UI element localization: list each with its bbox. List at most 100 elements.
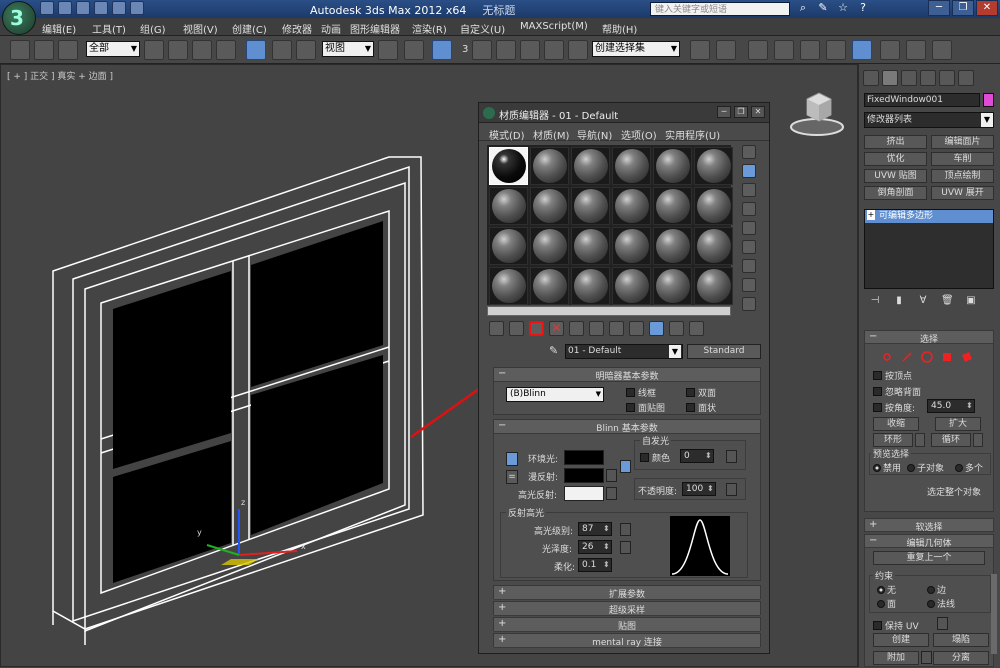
put-to-scene-icon[interactable] xyxy=(509,321,524,336)
show-end-result-icon[interactable] xyxy=(649,321,664,336)
collapse-button[interactable]: 塌陷 xyxy=(933,633,989,647)
make-preview-icon[interactable] xyxy=(742,240,756,254)
preserve-uv-checkbox[interactable]: 保持 UV xyxy=(873,619,919,632)
sample-slot[interactable] xyxy=(612,187,651,225)
sample-slot[interactable] xyxy=(612,227,651,265)
modifier-unwrap-uvw-button[interactable]: UVW 展开 xyxy=(931,186,994,200)
angle-snap-icon[interactable] xyxy=(496,40,516,60)
soften-spinner[interactable]: 0.1 xyxy=(578,558,612,572)
face-map-checkbox[interactable]: 面贴图 xyxy=(626,401,665,414)
redo-icon[interactable] xyxy=(112,1,126,15)
put-to-library-icon[interactable] xyxy=(589,321,604,336)
polygon-level-icon[interactable] xyxy=(941,351,953,363)
attach-button[interactable]: 附加 xyxy=(873,651,919,665)
maximize-button[interactable]: ❐ xyxy=(952,0,974,16)
sample-slot[interactable] xyxy=(612,147,651,185)
lock-diffuse-specular-icon[interactable]: = xyxy=(506,470,518,484)
subscription-icon[interactable]: ✎ xyxy=(816,1,830,15)
undo-icon[interactable] xyxy=(94,1,108,15)
rollout-header[interactable]: + 贴图 xyxy=(494,618,760,632)
move-icon[interactable] xyxy=(246,40,266,60)
modifier-bevel-profile-button[interactable]: 倒角剖面 xyxy=(864,186,927,200)
extended-params-rollout[interactable]: + 扩展参数 xyxy=(493,585,761,600)
project-folder-icon[interactable] xyxy=(130,1,144,15)
app-logo[interactable]: 3 xyxy=(2,1,36,35)
opacity-map-button[interactable] xyxy=(726,483,737,496)
menu-rendering[interactable]: 渲染(R) xyxy=(412,21,447,36)
angle-spinner[interactable]: 45.0 xyxy=(927,399,975,413)
shrink-button[interactable]: 收缩 xyxy=(873,417,919,431)
preview-multi-radio[interactable]: 多个 xyxy=(955,461,983,474)
save-file-icon[interactable] xyxy=(76,1,90,15)
rollout-header[interactable]: + 软选择 xyxy=(865,519,993,533)
ignore-backfacing-checkbox[interactable]: 忽略背面 xyxy=(873,385,921,398)
wire-checkbox[interactable]: 线框 xyxy=(626,386,656,399)
sample-type-icon[interactable] xyxy=(742,145,756,159)
configure-modifier-sets-icon[interactable]: ▣ xyxy=(965,295,977,309)
specular-map-button[interactable] xyxy=(606,487,617,500)
render-setup-icon[interactable] xyxy=(880,40,900,60)
named-selection-dropdown[interactable]: 创建选择集 xyxy=(592,41,680,57)
modifier-optimize-button[interactable]: 优化 xyxy=(864,152,927,166)
mat-menu-utilities[interactable]: 实用程序(U) xyxy=(665,127,720,142)
spec-level-spinner[interactable]: 87 xyxy=(578,522,612,536)
sample-slot[interactable] xyxy=(571,147,610,185)
by-angle-checkbox[interactable]: 按角度: xyxy=(873,401,915,414)
spec-level-map-button[interactable] xyxy=(620,523,631,536)
menu-graph-editors[interactable]: 图形编辑器 xyxy=(350,21,400,36)
background-icon[interactable] xyxy=(742,183,756,197)
object-name-field[interactable]: FixedWindow001 xyxy=(864,93,980,107)
rotate-icon[interactable] xyxy=(272,40,292,60)
layer-manager-icon[interactable] xyxy=(748,40,768,60)
align-icon[interactable] xyxy=(716,40,736,60)
search-input[interactable]: 键入关键字或短语 xyxy=(650,2,790,16)
menu-animation[interactable]: 动画 xyxy=(321,21,341,36)
select-by-material-icon[interactable] xyxy=(742,278,756,292)
options-icon[interactable] xyxy=(742,259,756,273)
preserve-uv-settings-icon[interactable] xyxy=(937,617,948,630)
loop-spinner[interactable] xyxy=(973,433,983,447)
select-object-icon[interactable] xyxy=(144,40,164,60)
material-editor-titlebar[interactable]: 材质编辑器 - 01 - Default ─ ❐ ✕ xyxy=(479,103,769,123)
border-level-icon[interactable] xyxy=(921,351,933,363)
remove-modifier-icon[interactable]: 🗑 xyxy=(941,295,954,309)
menu-views[interactable]: 视图(V) xyxy=(183,21,218,36)
sample-slot[interactable] xyxy=(489,227,528,265)
sample-slot[interactable] xyxy=(530,187,569,225)
get-material-icon[interactable] xyxy=(489,321,504,336)
material-editor-maximize-button[interactable]: ❐ xyxy=(734,106,748,118)
material-map-navigator-icon[interactable] xyxy=(742,297,756,311)
rollout-header[interactable]: − 选择 xyxy=(865,331,993,345)
glossiness-map-button[interactable] xyxy=(620,541,631,554)
select-manipulate-icon[interactable] xyxy=(404,40,424,60)
vertex-level-icon[interactable] xyxy=(881,351,893,363)
sample-slot[interactable] xyxy=(571,227,610,265)
constraint-normal-radio[interactable]: 法线 xyxy=(927,597,955,610)
create-tab-icon[interactable] xyxy=(863,70,879,86)
close-button[interactable]: ✕ xyxy=(976,0,998,16)
rollout-header[interactable]: − 明暗器基本参数 xyxy=(494,368,760,382)
menu-customize[interactable]: 自定义(U) xyxy=(460,21,505,36)
create-button[interactable]: 创建 xyxy=(873,633,929,647)
snaps-toggle-icon[interactable] xyxy=(472,40,492,60)
opacity-spinner[interactable]: 100 xyxy=(682,482,716,496)
rect-selection-icon[interactable] xyxy=(192,40,212,60)
two-sided-checkbox[interactable]: 双面 xyxy=(686,386,716,399)
edit-named-selection-icon[interactable] xyxy=(568,40,588,60)
percent-snap-icon[interactable] xyxy=(520,40,540,60)
modifier-vertex-paint-button[interactable]: 顶点绘制 xyxy=(931,169,994,183)
sample-slot[interactable] xyxy=(612,267,651,305)
curve-editor-icon[interactable] xyxy=(800,40,820,60)
constraint-edge-radio[interactable]: 边 xyxy=(927,583,946,596)
grow-button[interactable]: 扩大 xyxy=(935,417,981,431)
edge-level-icon[interactable] xyxy=(901,351,913,363)
display-tab-icon[interactable] xyxy=(939,70,955,86)
menu-edit[interactable]: 编辑(E) xyxy=(42,21,76,36)
self-illum-spinner[interactable]: 0 xyxy=(680,449,714,463)
backlight-icon[interactable] xyxy=(742,164,756,178)
sample-slot[interactable] xyxy=(653,147,692,185)
soft-selection-rollout[interactable]: + 软选择 xyxy=(864,518,994,533)
sample-slot[interactable] xyxy=(653,267,692,305)
modifier-lathe-button[interactable]: 车削 xyxy=(931,152,994,166)
sample-slot[interactable] xyxy=(694,227,733,265)
